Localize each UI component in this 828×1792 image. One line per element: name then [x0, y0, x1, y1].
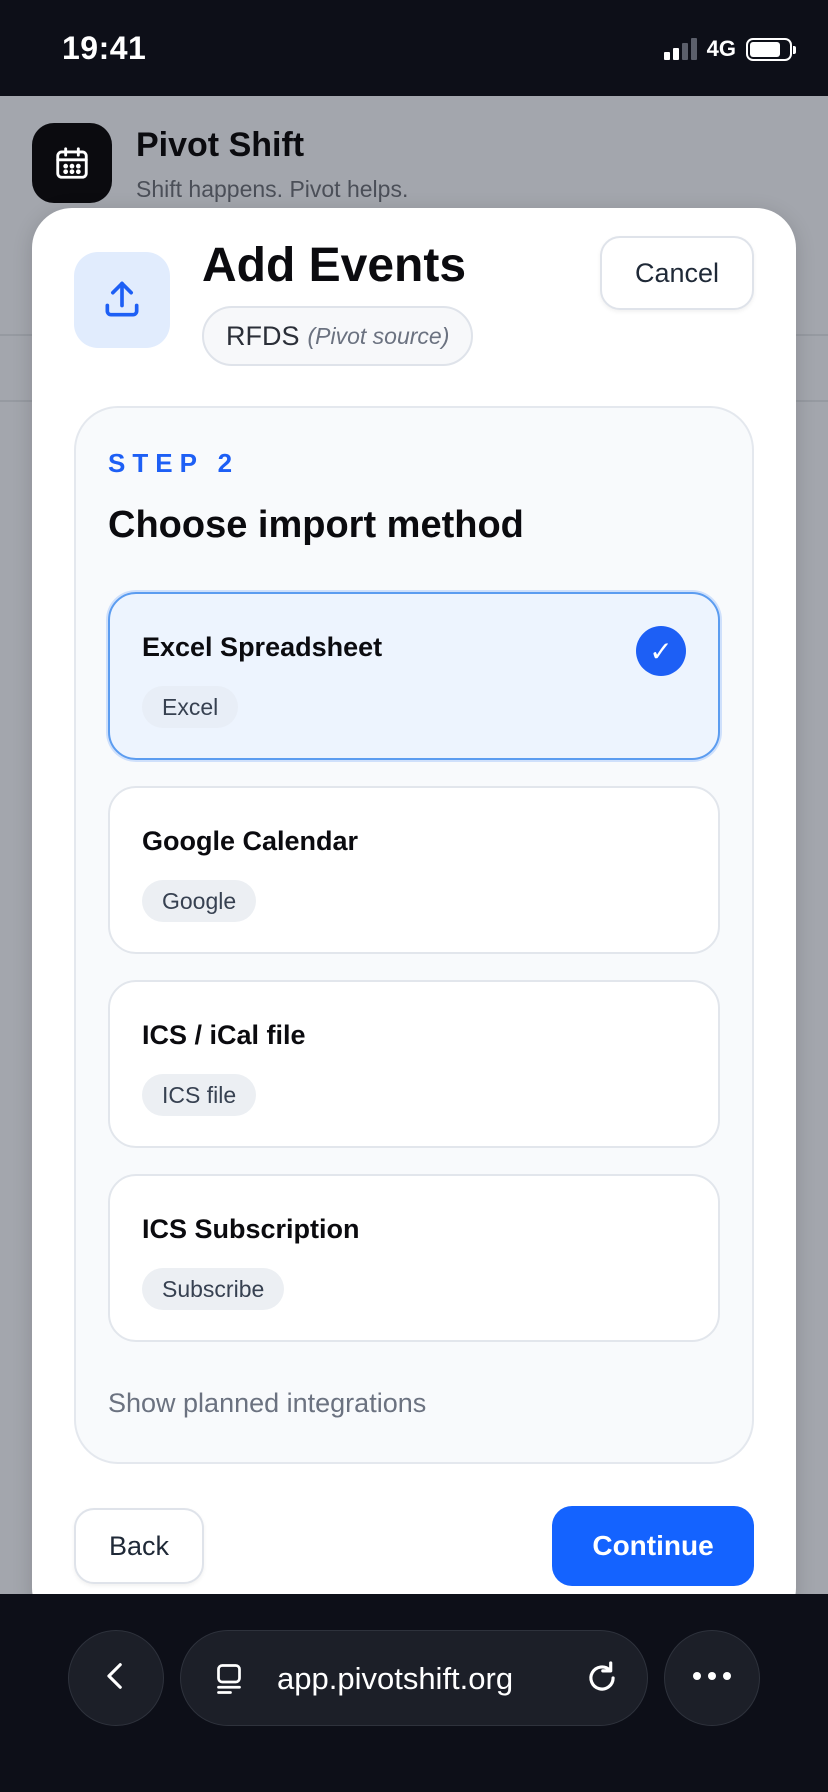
status-indicators: 4G [663, 36, 796, 62]
app-title: Pivot Shift [136, 126, 305, 164]
browser-back-button[interactable] [68, 1630, 164, 1726]
step-label: STEP 2 [108, 448, 240, 478]
option-tag: Subscribe [142, 1268, 285, 1310]
url-text[interactable]: app.pivotshift.org [277, 1661, 513, 1697]
modal-title: Add Events [202, 239, 467, 292]
option-ics-subscription[interactable]: ICS Subscription Subscribe [108, 1174, 720, 1342]
continue-button[interactable]: Continue [552, 1506, 754, 1586]
add-events-modal: Add Events RFDS (Pivot source) Cancel ST… [32, 208, 796, 1628]
source-name: RFDS [226, 320, 300, 351]
step-title: Choose import method [108, 504, 524, 546]
option-title: Google Calendar [142, 826, 359, 856]
back-button[interactable]: Back [74, 1508, 204, 1584]
network-label: 4G [706, 36, 736, 61]
battery-icon [746, 37, 796, 61]
option-title: Excel Spreadsheet [142, 632, 383, 662]
option-title: ICS Subscription [142, 1214, 360, 1244]
source-note: (Pivot source) [307, 322, 450, 349]
checkmark-icon: ✓ [636, 626, 686, 676]
calendar-icon [32, 123, 112, 203]
signal-icon [663, 38, 697, 60]
status-bar: 19:41 4G [0, 0, 828, 96]
show-planned-integrations-link[interactable]: Show planned integrations [108, 1388, 426, 1419]
cancel-button[interactable]: Cancel [600, 236, 754, 310]
option-title: ICS / iCal file [142, 1020, 306, 1050]
address-bar[interactable]: app.pivotshift.org [180, 1630, 648, 1726]
reload-icon[interactable] [583, 1659, 621, 1702]
option-tag: Excel [142, 686, 239, 728]
more-button[interactable] [664, 1630, 760, 1726]
app-subtitle: Shift happens. Pivot helps. [136, 176, 409, 202]
option-tag: Google [142, 880, 257, 922]
option-tag: ICS file [142, 1074, 257, 1116]
option-ics-file[interactable]: ICS / iCal file ICS file [108, 980, 720, 1148]
source-badge: RFDS (Pivot source) [202, 306, 474, 366]
option-excel-spreadsheet[interactable]: Excel Spreadsheet Excel ✓ [108, 592, 720, 760]
browser-toolbar: app.pivotshift.org [0, 1594, 828, 1792]
page-icon[interactable] [211, 1661, 247, 1702]
step-panel: STEP 2 Choose import method Excel Spread… [74, 406, 754, 1464]
upload-icon [74, 252, 170, 348]
option-google-calendar[interactable]: Google Calendar Google [108, 786, 720, 954]
more-icon [691, 1669, 733, 1687]
status-time: 19:41 [62, 30, 147, 66]
chevron-left-icon [99, 1659, 133, 1698]
